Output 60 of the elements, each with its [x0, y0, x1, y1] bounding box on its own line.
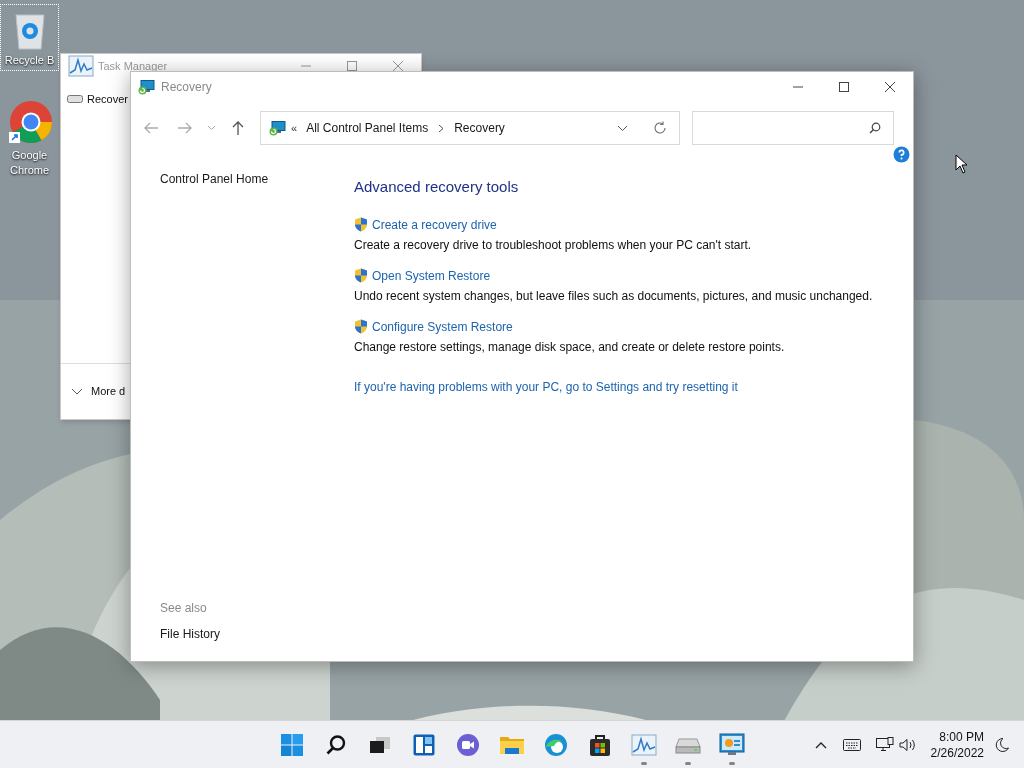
- running-indicator: [641, 761, 647, 765]
- forward-arrow-icon[interactable]: [177, 121, 193, 135]
- help-icon[interactable]: [893, 146, 910, 163]
- address-bar[interactable]: « All Control Panel Items Recovery: [260, 111, 680, 145]
- window-title: Task Manager: [98, 59, 168, 73]
- running-indicator: [685, 761, 691, 765]
- desktop-icon-label: Google Chrome: [8, 148, 51, 178]
- settings-link[interactable]: If you're having problems with your PC, go to Settings and try resetting it: [354, 377, 913, 396]
- task-view-icon: [369, 734, 391, 755]
- chevron-right-icon: [438, 123, 445, 133]
- network-icon[interactable]: [875, 736, 894, 753]
- mouse-cursor-icon: [955, 154, 969, 174]
- see-also-heading: See also: [160, 600, 208, 617]
- up-arrow-icon[interactable]: [231, 120, 245, 136]
- breadcrumb-item[interactable]: All Control Panel Items: [306, 119, 429, 137]
- task-description: Change restore settings, manage disk space, and create or delete restore points.: [354, 338, 786, 356]
- process-name[interactable]: Recover: [87, 90, 128, 108]
- windows-logo-icon: [280, 732, 304, 757]
- shield-icon: [354, 319, 368, 334]
- sidebar-link[interactable]: File History: [160, 625, 354, 643]
- task-link[interactable]: Configure System Restore: [372, 317, 513, 336]
- search-field[interactable]: [692, 111, 894, 145]
- sidebar-link[interactable]: Control Panel Home: [160, 170, 354, 188]
- window-title: Recovery: [161, 79, 212, 96]
- shopping-bag-icon: [589, 732, 611, 757]
- page-heading: Advanced recovery tools: [354, 177, 520, 197]
- drive-icon: [67, 94, 83, 104]
- shield-icon: [354, 268, 368, 283]
- task-description: Create a recovery drive to troubleshoot problems when your PC can't start.: [354, 236, 753, 254]
- control-panel-icon: [719, 732, 745, 757]
- chat-icon: [456, 732, 480, 757]
- widgets-icon: [412, 732, 436, 757]
- performance-graph-icon: [631, 733, 657, 756]
- breadcrumb-overflow[interactable]: «: [291, 119, 298, 137]
- control-panel-icon: [269, 120, 286, 136]
- task-link[interactable]: Create a recovery drive: [372, 215, 497, 234]
- breadcrumb-item[interactable]: Recovery: [454, 119, 505, 137]
- moon-icon[interactable]: [994, 736, 1010, 753]
- search-icon: [869, 122, 881, 134]
- task-description: Undo recent system changes, but leave files such as documents, pictures, and music unchanged.: [354, 287, 874, 305]
- task-link[interactable]: Open System Restore: [372, 266, 491, 285]
- browser-icon: [6, 100, 53, 146]
- back-arrow-icon[interactable]: [143, 121, 159, 135]
- search-icon: [325, 733, 347, 756]
- clock-date[interactable]: 2/26/2022: [930, 744, 984, 761]
- keyboard-icon[interactable]: [842, 738, 861, 751]
- refresh-icon[interactable]: [653, 121, 667, 135]
- desktop-icon-label: Recycle B: [3, 53, 56, 68]
- chevron-down-icon: [71, 387, 83, 396]
- more-details-link[interactable]: More d: [91, 383, 126, 400]
- performance-graph-icon: [68, 55, 94, 77]
- control-panel-icon: [138, 79, 155, 95]
- recycle-bin-icon: [12, 11, 47, 51]
- chevron-up-icon[interactable]: [814, 740, 827, 749]
- shield-icon: [354, 217, 368, 232]
- browser-icon: [544, 732, 568, 757]
- volume-icon[interactable]: [898, 737, 917, 752]
- chevron-down-icon[interactable]: [617, 124, 628, 132]
- running-indicator: [729, 761, 735, 765]
- clock-time[interactable]: 8:00 PM: [939, 728, 984, 745]
